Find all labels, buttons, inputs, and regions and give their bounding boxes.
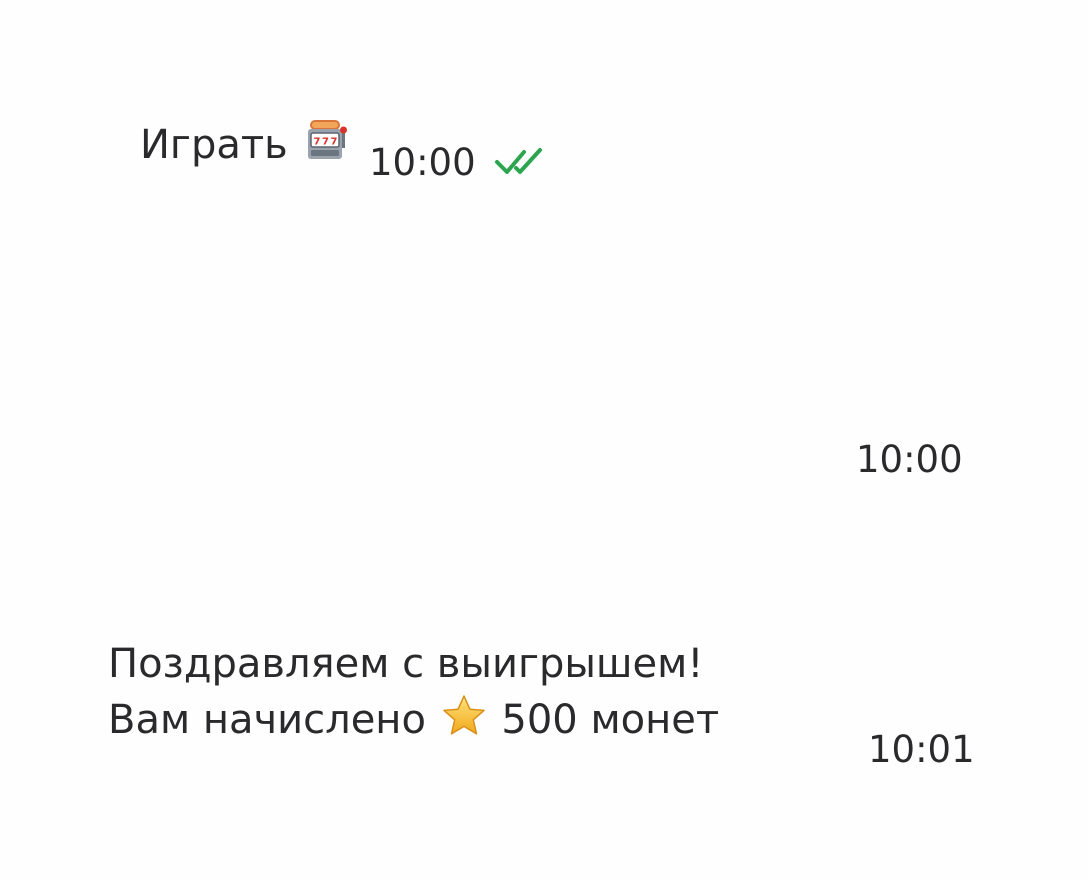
- message-time: 10:01: [868, 728, 975, 771]
- message-text-prefix: Вам начислено: [108, 697, 426, 743]
- message-text: Играть 7 7 7: [140, 116, 350, 173]
- chat-area: Играть 7 7 7 10:00 10:00 Поздравляем с в…: [0, 0, 1088, 880]
- double-check-icon: [495, 148, 542, 174]
- message-text-line-1: Поздравляем с выигрышем!: [108, 641, 704, 687]
- message-time: 10:00: [856, 438, 963, 481]
- svg-text:7: 7: [314, 137, 321, 148]
- message-text-line-2: Вам начислено 500 монет: [108, 692, 719, 748]
- svg-text:7: 7: [322, 137, 329, 148]
- slot-machine-icon: 7 7 7: [308, 120, 348, 159]
- message-time: 10:00: [369, 141, 476, 184]
- message-text-suffix: 500 монет: [501, 697, 720, 743]
- message-text-label: Играть: [140, 122, 288, 168]
- message-incoming-win[interactable]: Поздравляем с выигрышем! Вам начислено 5…: [108, 636, 975, 771]
- svg-text:7: 7: [331, 137, 338, 148]
- message-outgoing[interactable]: Играть 7 7 7 10:00: [140, 116, 542, 184]
- star-icon: [442, 695, 485, 735]
